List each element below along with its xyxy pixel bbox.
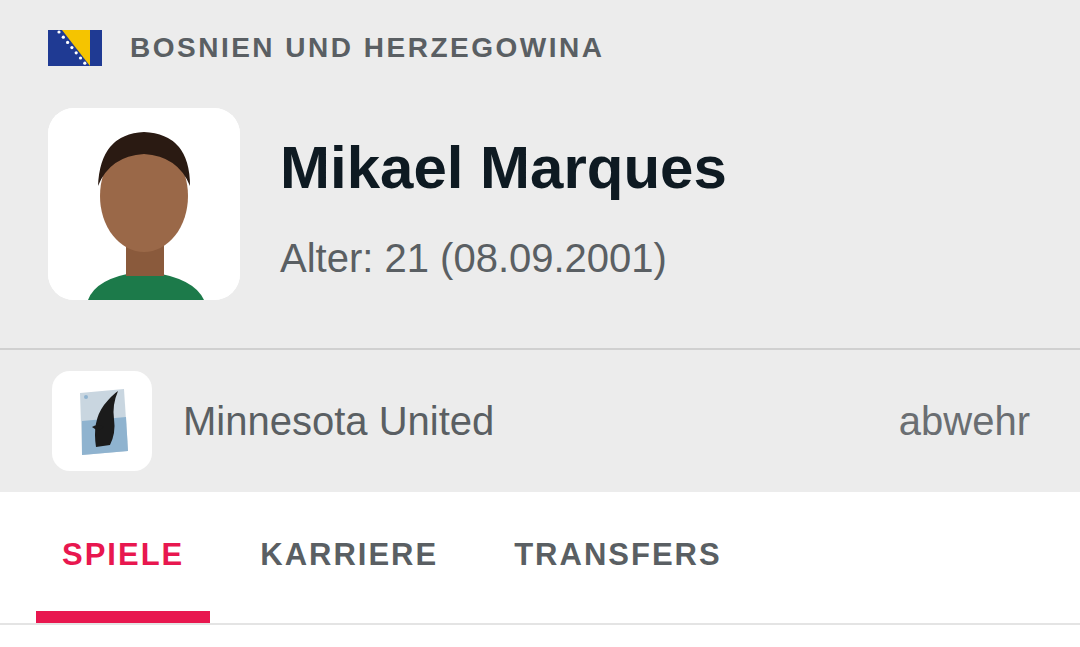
- player-row: Mikael Marques Alter: 21 (08.09.2001): [48, 108, 1080, 300]
- player-photo-icon: [48, 108, 240, 300]
- team-name[interactable]: Minnesota United: [183, 399, 899, 444]
- minnesota-loon-logo-icon: [52, 371, 152, 471]
- country-label: BOSNIEN UND HERZEGOWINA: [130, 32, 604, 64]
- player-age: Alter: 21 (08.09.2001): [280, 234, 727, 282]
- tab[interactable]: SPIELE: [36, 492, 210, 623]
- tab[interactable]: KARRIERE: [234, 492, 464, 623]
- player-avatar: [48, 108, 240, 300]
- tab[interactable]: TRANSFERS: [488, 492, 747, 623]
- team-row[interactable]: Minnesota United abwehr: [0, 350, 1080, 492]
- player-page: BOSNIEN UND HERZEGOWINA Mikael Marques A…: [0, 0, 1080, 625]
- tab-bar: SPIELEKARRIERETRANSFERS: [0, 492, 1080, 625]
- country-row: BOSNIEN UND HERZEGOWINA: [48, 30, 1080, 66]
- player-info: Mikael Marques Alter: 21 (08.09.2001): [280, 108, 727, 300]
- bosnia-flag-icon: [48, 30, 102, 66]
- team-logo: [52, 371, 152, 471]
- player-name: Mikael Marques: [280, 132, 727, 204]
- player-header: BOSNIEN UND HERZEGOWINA Mikael Marques A…: [0, 0, 1080, 350]
- player-position: abwehr: [899, 399, 1030, 444]
